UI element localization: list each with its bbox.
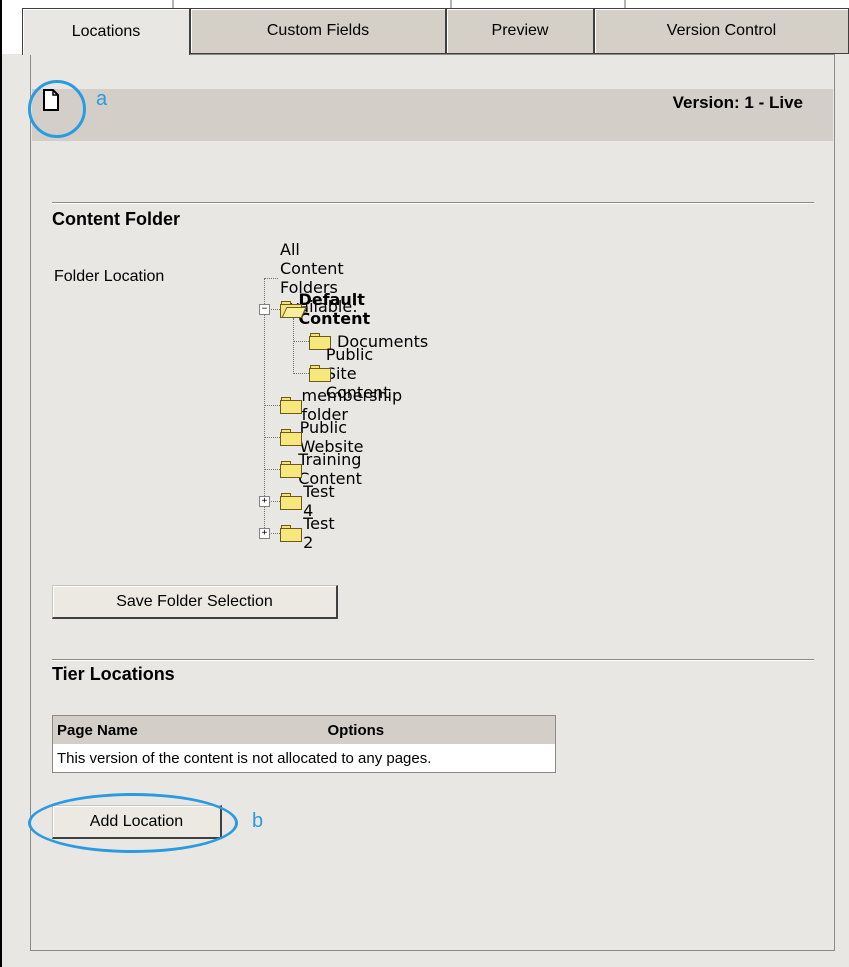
tab-notch [450, 0, 452, 8]
table-cell-message: This version of the content is not alloc… [52, 744, 556, 773]
tree-item-public-website[interactable]: Public Website [280, 418, 372, 456]
tree-line [293, 318, 294, 374]
tree-line [264, 405, 280, 406]
pages-table: Page Name Options This version of the co… [52, 715, 556, 773]
folder-icon [309, 365, 331, 382]
folder-icon [280, 493, 302, 510]
divider [52, 202, 814, 204]
window-left-border [0, 0, 2, 967]
tab-custom-fields-label: Custom Fields [266, 22, 370, 39]
tab-version-control-label: Version Control [666, 22, 777, 39]
tree-line [293, 373, 309, 374]
open-folder-icon [280, 301, 307, 318]
tree-item-label: Test 2 [303, 514, 335, 552]
tree-line [264, 469, 280, 470]
annotation-ellipse-b [28, 793, 238, 853]
folder-icon [280, 461, 302, 478]
tab-version-control[interactable]: Version Control [594, 8, 849, 54]
tree-item-membership-folder[interactable]: membership folder [280, 386, 409, 424]
folder-icon [280, 525, 302, 542]
annotation-circle-a [28, 80, 86, 138]
save-folder-selection-label: Save Folder Selection [116, 592, 273, 610]
table-row: This version of the content is not alloc… [52, 744, 556, 773]
tree-item-training-content[interactable]: Training Content [280, 450, 372, 488]
save-folder-selection-button[interactable]: Save Folder Selection [52, 585, 338, 619]
annotation-label-a: a [96, 88, 108, 110]
tree-item-test-2[interactable]: Test 2 [280, 514, 340, 552]
tree-item-default-content[interactable]: Default Content [280, 290, 380, 328]
expand-icon[interactable]: + [259, 528, 270, 539]
tab-preview-label: Preview [491, 22, 549, 39]
tier-locations-heading: Tier Locations [52, 664, 175, 684]
tab-locations-label: Locations [71, 23, 141, 40]
divider [52, 659, 814, 661]
tree-root: All Content Folders available: [280, 240, 358, 316]
tree-line [264, 278, 278, 279]
tree-item-test-4[interactable]: Test 4 [280, 482, 340, 520]
tab-notch [172, 0, 174, 8]
tree-item-label: Default Content [298, 290, 371, 328]
version-label: Version: 1 - Live [672, 93, 803, 112]
tree-line [264, 437, 280, 438]
annotation-label-b: b [252, 810, 264, 832]
expand-icon[interactable]: + [259, 496, 270, 507]
table-header-row: Page Name Options [52, 715, 556, 744]
folder-location-label: Folder Location [54, 268, 165, 285]
column-header-options: Options [247, 715, 556, 744]
tab-preview[interactable]: Preview [446, 8, 594, 54]
collapse-icon[interactable]: − [259, 304, 270, 315]
column-header-page-name: Page Name [52, 715, 248, 744]
tree-item-public-site-content[interactable]: Public Site Content [309, 345, 401, 402]
tab-locations[interactable]: Locations [22, 8, 190, 55]
tab-custom-fields[interactable]: Custom Fields [190, 8, 446, 54]
folder-icon [280, 397, 302, 414]
content-folder-heading: Content Folder [52, 209, 180, 229]
folder-icon [280, 429, 302, 446]
tab-bar: Locations Custom Fields Preview Version … [2, 0, 849, 55]
tab-notch [624, 0, 626, 8]
tree-line [293, 341, 309, 342]
